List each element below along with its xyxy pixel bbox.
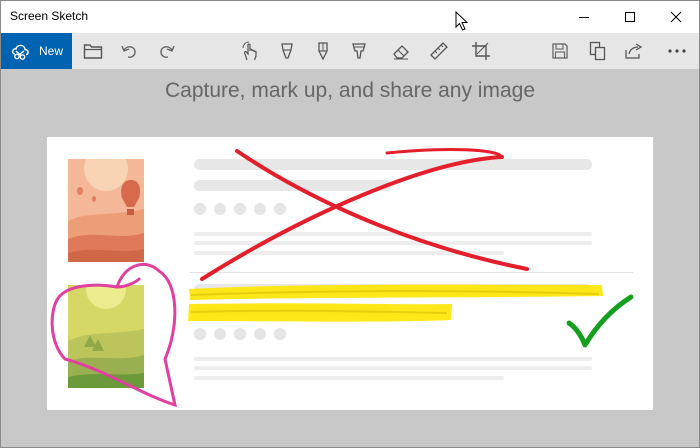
screen-sketch-window: Screen Sketch New Capture, mark up, and … — [0, 0, 700, 448]
open-folder-button[interactable] — [75, 33, 111, 69]
eraser-icon — [391, 41, 411, 61]
crop-icon — [471, 41, 491, 61]
undo-button[interactable] — [111, 33, 147, 69]
more-icon — [667, 48, 687, 54]
crop-button[interactable] — [463, 33, 499, 69]
new-snip-button[interactable]: New — [1, 33, 72, 69]
highlighter-strokes — [188, 284, 603, 322]
ink-annotations-layer — [50, 148, 634, 408]
canvas-headline: Capture, mark up, and share any image — [164, 79, 536, 102]
sample-image-card — [47, 137, 653, 410]
more-button[interactable] — [659, 33, 695, 69]
highlighter-icon — [349, 41, 369, 61]
touch-writing-button[interactable] — [232, 33, 268, 69]
title-bar: Screen Sketch — [1, 1, 699, 33]
new-button-label: New — [39, 44, 64, 58]
minimize-button[interactable] — [561, 1, 607, 33]
red-cross-stroke — [200, 148, 529, 281]
copy-icon — [589, 41, 607, 61]
open-folder-icon — [83, 42, 103, 60]
highlighter-button[interactable] — [341, 33, 377, 69]
save-button[interactable] — [542, 33, 578, 69]
eraser-button[interactable] — [383, 33, 419, 69]
ballpoint-pen-button[interactable] — [269, 33, 305, 69]
ruler-icon — [429, 41, 449, 61]
new-snip-icon — [11, 40, 33, 62]
touch-writing-icon — [239, 40, 261, 62]
close-icon — [670, 11, 682, 23]
ruler-button[interactable] — [421, 33, 457, 69]
toolbar: New — [1, 33, 699, 69]
share-icon — [624, 42, 644, 60]
redo-button[interactable] — [149, 33, 185, 69]
maximize-button[interactable] — [607, 1, 653, 33]
ballpoint-pen-icon — [277, 41, 297, 61]
share-button[interactable] — [616, 33, 652, 69]
save-icon — [551, 42, 569, 60]
undo-icon — [119, 41, 139, 61]
green-checkmark-stroke — [566, 294, 634, 348]
close-button[interactable] — [653, 1, 699, 33]
copy-button[interactable] — [580, 33, 616, 69]
window-title: Screen Sketch — [10, 9, 89, 23]
pencil-icon — [313, 41, 333, 61]
pencil-button[interactable] — [305, 33, 341, 69]
maximize-icon — [624, 11, 636, 23]
minimize-icon — [578, 11, 590, 23]
heart-stroke — [50, 262, 178, 408]
redo-icon — [157, 41, 177, 61]
